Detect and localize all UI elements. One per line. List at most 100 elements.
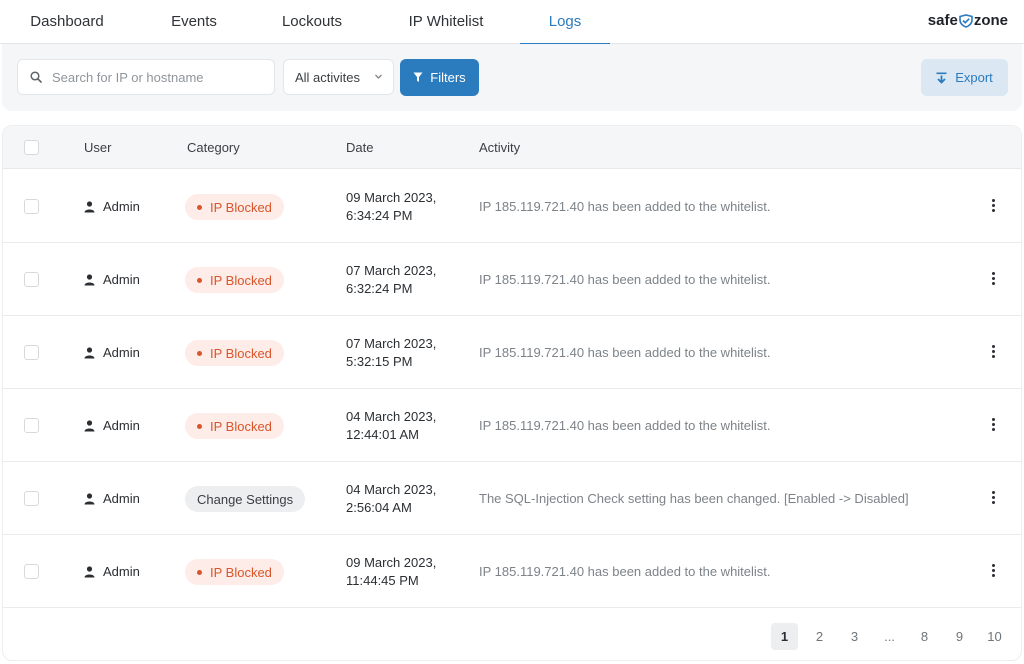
download-icon [936,72,947,84]
category-badge: IP Blocked [185,413,284,439]
tab-dashboard[interactable]: Dashboard [18,0,116,44]
row-date-day: 09 March 2023, [346,555,437,570]
table-row[interactable]: Admin IP Blocked 07 March 2023, 5:32:15 P… [3,316,1021,389]
status-dot [197,277,202,283]
category-badge: IP Blocked [185,559,284,585]
page-ellipsis: ... [884,629,895,644]
row-date: 07 March 2023, 5:32:15 PM [346,335,456,371]
row-date-time: 12:44:01 AM [346,427,419,442]
user-icon [84,565,95,577]
category-label: IP Blocked [210,272,272,288]
category-badge: IP Blocked [185,194,284,220]
tab-logs[interactable]: Logs [520,0,610,45]
table-row[interactable]: Admin IP Blocked 07 March 2023, 6:32:24 P… [3,243,1021,316]
row-user-name: Admin [103,491,140,506]
filters-button[interactable]: Filters [400,59,479,96]
page-2[interactable]: 2 [806,623,833,650]
category-badge: IP Blocked [185,267,284,293]
logo-text-left: safe [927,12,958,29]
page-10[interactable]: 10 [981,623,1008,650]
row-date-time: 6:34:24 PM [346,208,413,223]
row-activity: IP 185.119.721.40 has been added to the … [479,564,771,579]
export-label: Export [955,70,993,85]
activity-select[interactable]: All activites [283,59,394,95]
row-checkbox[interactable] [24,272,39,287]
more-vertical-icon[interactable] [986,416,1000,436]
page-3[interactable]: 3 [841,623,868,650]
logo-text-right: zone [973,12,1008,29]
table-row[interactable]: Admin IP Blocked 04 March 2023, 12:44:01 … [3,389,1021,462]
row-date-day: 07 March 2023, [346,263,437,278]
row-date-time: 11:44:45 PM [346,573,419,588]
filters-label: Filters [430,70,466,85]
row-date: 09 March 2023, 11:44:45 PM [346,554,456,590]
category-badge: IP Blocked [185,340,284,366]
row-date-day: 04 March 2023, [346,482,437,497]
row-activity: IP 185.119.721.40 has been added to the … [479,272,771,287]
row-user-name: Admin [103,418,140,433]
page-8[interactable]: 8 [911,623,938,650]
table-header: User Category Date Activity [3,126,1021,169]
table-row[interactable]: Admin IP Blocked 09 March 2023, 11:44:45 … [3,535,1021,608]
row-user: Admin [84,418,140,433]
category-label: IP Blocked [210,199,272,215]
user-icon [84,419,95,431]
row-activity: The SQL-Injection Check setting has been… [479,491,909,506]
page-1[interactable]: 1 [771,623,798,650]
more-vertical-icon[interactable] [986,197,1000,217]
row-user: Admin [84,272,140,287]
row-checkbox[interactable] [24,491,39,506]
row-user-name: Admin [103,272,140,287]
top-navigation: Dashboard Events Lockouts IP Whitelist L… [0,0,1024,45]
row-activity: IP 185.119.721.40 has been added to the … [479,199,771,214]
more-vertical-icon[interactable] [986,562,1000,582]
search-input[interactable] [52,69,252,85]
toolbar: All activites Filters Export [2,44,1022,111]
export-button[interactable]: Export [921,59,1008,96]
header-user: User [84,140,112,155]
category-badge: Change Settings [185,486,306,512]
header-activity: Activity [479,140,521,155]
row-checkbox[interactable] [24,199,39,214]
row-user: Admin [84,199,140,214]
tab-ip-whitelist[interactable]: IP Whitelist [398,0,494,44]
more-vertical-icon[interactable] [986,343,1000,363]
page-9[interactable]: 9 [946,623,973,650]
row-activity: IP 185.119.721.40 has been added to the … [479,345,771,360]
row-user-name: Admin [103,345,140,360]
row-user: Admin [84,491,140,506]
tab-lockouts[interactable]: Lockouts [270,0,354,44]
search-box[interactable] [17,59,275,95]
row-date-day: 09 March 2023, [346,190,437,205]
row-date-day: 07 March 2023, [346,336,437,351]
row-date: 04 March 2023, 12:44:01 AM [346,408,456,444]
user-icon [84,346,95,358]
chevron-down-icon [375,74,382,79]
status-dot [197,204,202,210]
row-user-name: Admin [103,564,140,579]
row-date: 04 March 2023, 2:56:04 AM [346,481,456,517]
user-icon [84,273,95,285]
header-category: Category [187,140,240,155]
row-date-time: 5:32:15 PM [346,354,413,369]
row-date-time: 6:32:24 PM [346,281,413,296]
row-activity: IP 185.119.721.40 has been added to the … [479,418,771,433]
row-user: Admin [84,345,140,360]
row-checkbox[interactable] [24,345,39,360]
user-icon [84,492,95,504]
row-checkbox[interactable] [24,564,39,579]
filter-icon [413,72,423,82]
pagination: 1 2 3 ... 8 9 10 [3,609,1021,660]
select-all-checkbox[interactable] [24,140,39,155]
tab-events[interactable]: Events [158,0,230,44]
header-date: Date [346,140,374,155]
row-date: 07 March 2023, 6:32:24 PM [346,262,456,298]
more-vertical-icon[interactable] [986,270,1000,290]
row-date-day: 04 March 2023, [346,409,437,424]
table-row[interactable]: Admin IP Blocked 09 March 2023, 6:34:24 P… [3,170,1021,243]
more-vertical-icon[interactable] [986,489,1000,509]
category-label: IP Blocked [210,418,272,434]
row-checkbox[interactable] [24,418,39,433]
table-row[interactable]: Admin Change Settings 04 March 2023, 2:56… [3,462,1021,535]
row-user: Admin [84,564,140,579]
